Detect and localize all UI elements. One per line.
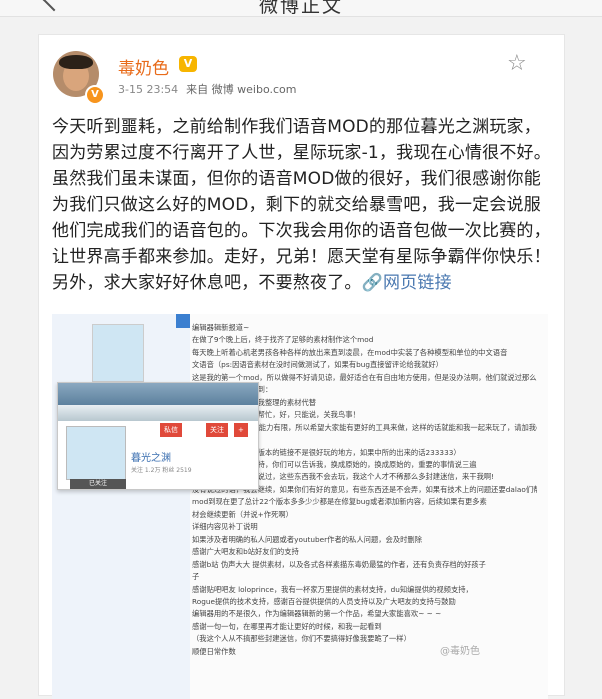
web-link[interactable]: 🔗网页链接 <box>362 273 452 293</box>
verified-badge-icon: V <box>85 85 105 105</box>
weibo-post-card: V 毒奶色 V 3-15 23:54 来自 微博 weibo.com ☆ 今天听到… <box>38 34 565 699</box>
embedded-text-line: 如果涉及者明确的私人问题或者youtuber作者的私人问题，会及时删除 <box>192 534 423 544</box>
embedded-text-line: 在做了9个晚上后，终于找齐了足够的素材制作这个mod <box>192 335 374 345</box>
top-navigation-bar: 微博正文 <box>0 0 602 17</box>
pony-avatar-image <box>92 324 144 382</box>
embedded-text-line: 感谢一句一句，在哪里再才能让更好的时候，和我一起看到 <box>192 621 382 631</box>
popup-profile-stats: 关注 1.2万 粉丝 2519 <box>131 467 192 474</box>
embedded-text-line: 顺便日常作数 <box>192 646 236 656</box>
vip-icon: V <box>179 56 197 72</box>
username[interactable]: 毒奶色 <box>118 54 169 79</box>
embedded-sidebar <box>52 314 190 699</box>
avatar-hair <box>59 55 93 69</box>
embedded-text-line: 材会继续更新（并说+作死啊） <box>192 509 293 519</box>
post-body: 今天听到噩耗，之前给制作我们语音MOD的那位暮光之渊玩家，因为劳累过度不行离开了… <box>52 114 554 296</box>
popup-more-button[interactable]: + <box>234 423 248 437</box>
popup-follow-button[interactable]: 关注 <box>206 423 228 437</box>
embedded-text-line: Rogue提供的技术支持，感谢百谷提供提供的人员支持以及广大吧友的支持与鼓励 <box>192 596 456 606</box>
embedded-text-line: 每天晚上听着心机老男孩各种各样的放出来直到凌晨，在mod中实装了各种模型和单位的… <box>192 347 508 357</box>
post-source: 来自 微博 weibo.com <box>186 83 297 96</box>
popup-message-button[interactable]: 私信 <box>160 423 182 437</box>
post-time: 3-15 23:54 <box>118 83 179 96</box>
popup-followed-status[interactable]: 已关注 <box>70 479 126 489</box>
embedded-text-line: （我这个人从不搞那些封建迷信，你们不要搞得好像我要跪了一样） <box>192 634 411 644</box>
popup-banner-wave <box>58 405 258 421</box>
post-meta: 3-15 23:54 来自 微博 weibo.com <box>118 81 297 97</box>
embedded-text-line: 编辑器辑新报道~ <box>192 323 250 332</box>
post-text: 今天听到噩耗，之前给制作我们语音MOD的那位暮光之渊玩家，因为劳累过度不行离开了… <box>52 117 551 293</box>
link-icon: 🔗 <box>361 273 383 293</box>
embedded-text-line: 感谢贴吧吧友 loloprince，我有一杯家万里提供的素材支持，du知编提供的… <box>192 584 473 594</box>
blue-corner-tab <box>176 314 190 328</box>
embedded-text-line: 详细内容见补丁说明 <box>192 522 258 532</box>
page-title: 微博正文 <box>258 0 343 17</box>
popup-pony-avatar <box>66 426 126 480</box>
embedded-text-line: 编辑器用的不是很久，作为编辑器辑新的第一个作品，希望大家能喜欢~ ~ ~ <box>192 609 442 619</box>
embedded-text-line: mod到现在更了总计22个版本多多少少都是在修复bug或者添加新内容，后续如果有… <box>192 497 487 507</box>
embedded-text-line: 感谢b站 伪声大大 提供素材，以及各式各样素描东毒奶最猛的作者，还有负责存档的好… <box>192 559 486 569</box>
web-link-label: 网页链接 <box>382 273 452 293</box>
embedded-text-line: 文语音（ps:因语音素材在没时间做测试了，如果有bug直接留评论给我就好） <box>192 360 443 370</box>
embedded-text-line: 子 <box>192 572 200 582</box>
embedded-text-lines: 编辑器辑新报道~ 在做了9个晚上后，终于找齐了足够的素材制作这个mod 每天晚上听着… <box>192 322 537 658</box>
weibo-watermark: @毒奶色 <box>440 646 480 657</box>
profile-popup-card: 私信 关注 + 暮光之渊 关注 1.2万 粉丝 2519 已关注 <box>57 382 259 490</box>
embedded-text-line: 感谢广大吧友和b站好友们的支持 <box>192 547 299 557</box>
popup-profile-name[interactable]: 暮光之渊 <box>131 449 171 464</box>
favorite-star-icon[interactable]: ☆ <box>507 53 527 75</box>
